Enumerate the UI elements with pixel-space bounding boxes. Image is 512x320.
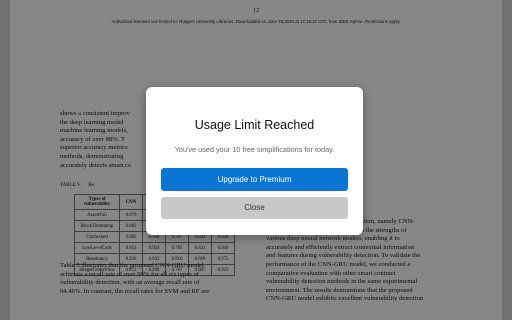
dialog-title: Usage Limit Reached (194, 118, 315, 132)
usage-limit-dialog: Usage Limit Reached You've used your 10 … (146, 87, 363, 235)
close-button[interactable]: Close (161, 197, 348, 219)
upgrade-to-premium-button[interactable]: Upgrade to Premium (161, 168, 348, 191)
dialog-message: You've used your 10 free simplifications… (174, 145, 335, 154)
